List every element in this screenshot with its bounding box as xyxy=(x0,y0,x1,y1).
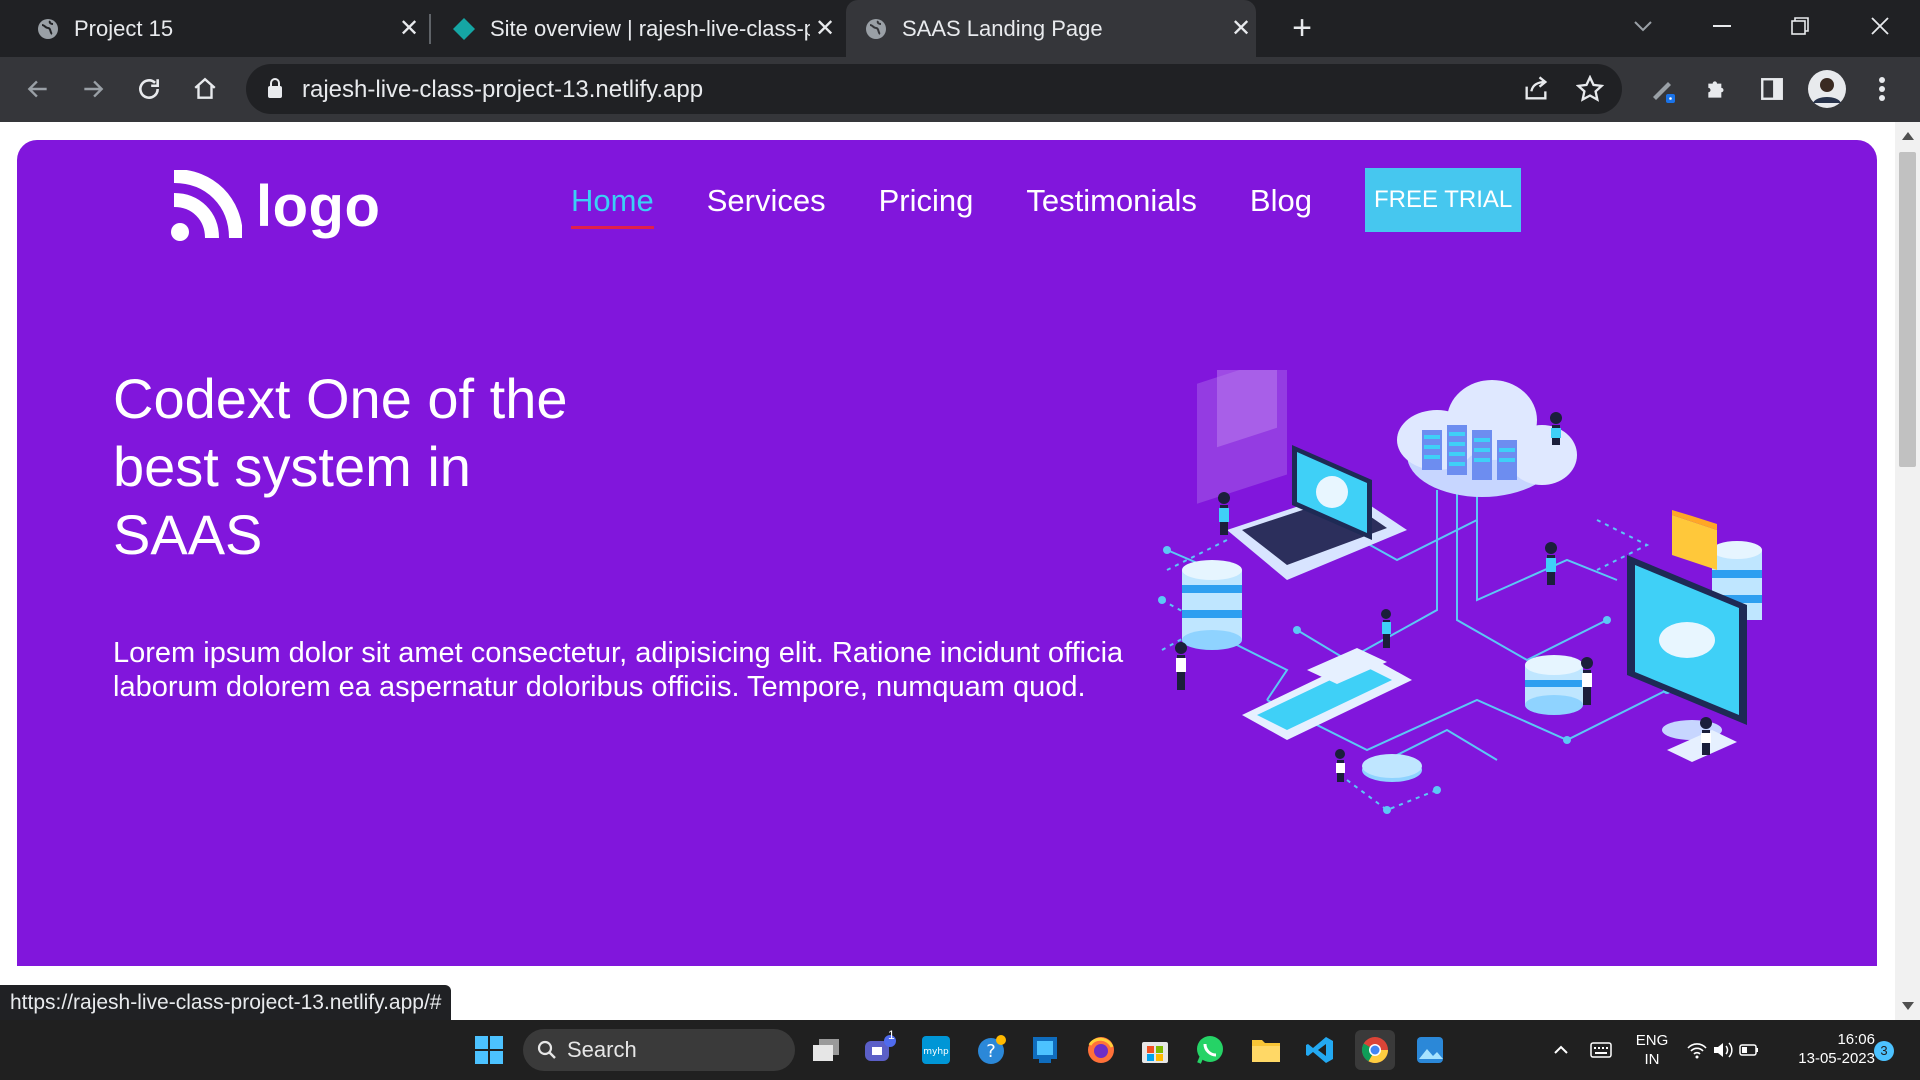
side-panel-icon[interactable] xyxy=(1750,67,1794,111)
language-code: ENG xyxy=(1635,1032,1669,1049)
tab-saas-landing-page[interactable]: SAAS Landing Page ✕ xyxy=(846,0,1256,57)
svg-text:?: ? xyxy=(986,1041,996,1062)
show-hidden-icons-chevron[interactable] xyxy=(1541,1030,1581,1070)
hero-section: logo Home Services Pricing Testimonials … xyxy=(17,140,1877,966)
close-window-button[interactable] xyxy=(1850,0,1910,52)
windows-taskbar: Search 1 myhp ? ENG IN 16:06 13-05-2023 … xyxy=(0,1020,1920,1080)
tab-title: Project 15 xyxy=(74,15,174,41)
task-view-icon[interactable] xyxy=(806,1030,846,1070)
home-icon[interactable] xyxy=(183,67,227,111)
cloud-network-illustration xyxy=(1158,370,1762,814)
clock-time: 16:06 xyxy=(1837,1031,1875,1048)
url-text: rajesh-live-class-project-13.netlify.app xyxy=(302,76,704,103)
nav-home[interactable]: Home xyxy=(571,183,654,229)
file-explorer-icon[interactable] xyxy=(1246,1030,1286,1070)
back-icon[interactable] xyxy=(16,67,60,111)
extensions-puzzle-icon[interactable] xyxy=(1695,67,1739,111)
myhp-icon[interactable]: myhp xyxy=(916,1030,956,1070)
keyboard-icon[interactable] xyxy=(1581,1030,1621,1070)
browser-toolbar: rajesh-live-class-project-13.netlify.app xyxy=(0,57,1920,122)
taskbar-search[interactable]: Search xyxy=(523,1029,795,1071)
link-hover-status: https://rajesh-live-class-project-13.net… xyxy=(0,985,452,1020)
address-bar[interactable]: rajesh-live-class-project-13.netlify.app xyxy=(246,64,1622,114)
nav-blog[interactable]: Blog xyxy=(1250,183,1312,225)
page-viewport: logo Home Services Pricing Testimonials … xyxy=(0,122,1895,1020)
tab-site-overview[interactable]: Site overview | rajesh-live-class-p ✕ xyxy=(440,0,840,57)
firefox-icon[interactable] xyxy=(1081,1030,1121,1070)
teams-badge: 1 xyxy=(888,1028,895,1042)
reload-icon[interactable] xyxy=(127,67,171,111)
tab-separator xyxy=(429,14,431,44)
whatsapp-icon[interactable] xyxy=(1190,1030,1230,1070)
main-nav: Home Services Pricing Testimonials Blog … xyxy=(571,168,1522,232)
svg-text:myhp: myhp xyxy=(923,1047,949,1057)
scroll-down-arrow-icon[interactable] xyxy=(1902,1002,1914,1010)
logo-text: logo xyxy=(256,173,381,239)
photos-app-icon[interactable] xyxy=(1410,1030,1450,1070)
extension-pen-icon[interactable] xyxy=(1641,67,1685,111)
clock-date: 13-05-2023 xyxy=(1798,1050,1875,1067)
site-logo[interactable]: logo xyxy=(170,170,380,242)
lock-icon[interactable] xyxy=(266,77,284,104)
clock[interactable]: 16:06 13-05-2023 xyxy=(1775,1030,1875,1068)
nav-pricing[interactable]: Pricing xyxy=(879,183,974,225)
tab-search-icon[interactable] xyxy=(1613,0,1673,52)
nav-testimonials[interactable]: Testimonials xyxy=(1026,183,1197,225)
forward-icon[interactable] xyxy=(71,67,115,111)
browser-tab-strip: Project 15 ✕ Site overview | rajesh-live… xyxy=(0,0,1920,57)
scrollbar-thumb[interactable] xyxy=(1899,152,1916,467)
globe-icon xyxy=(36,17,60,41)
get-help-icon[interactable]: ? xyxy=(972,1030,1012,1070)
scroll-up-arrow-icon[interactable] xyxy=(1902,132,1914,140)
tab-project-15[interactable]: Project 15 ✕ xyxy=(24,0,424,57)
tab-title: SAAS Landing Page xyxy=(902,15,1103,41)
search-label: Search xyxy=(567,1037,637,1062)
notification-badge[interactable]: 3 xyxy=(1874,1041,1894,1061)
close-icon[interactable]: ✕ xyxy=(394,14,424,44)
close-icon[interactable]: ✕ xyxy=(1226,14,1256,44)
profile-avatar[interactable] xyxy=(1805,67,1849,111)
system-status-icons[interactable] xyxy=(1683,1030,1763,1070)
hero-description: Lorem ipsum dolor sit amet consectetur, … xyxy=(113,637,1124,703)
teams-chat-icon[interactable]: 1 xyxy=(860,1028,900,1070)
rss-logo-icon xyxy=(171,170,242,241)
chrome-icon[interactable] xyxy=(1355,1030,1395,1070)
close-icon[interactable]: ✕ xyxy=(810,14,840,44)
region-code: IN xyxy=(1644,1051,1660,1068)
hero-headline: Codext One of the best system in SAAS xyxy=(113,367,568,566)
menu-kebab-icon[interactable] xyxy=(1860,67,1904,111)
vscode-icon[interactable] xyxy=(1300,1030,1340,1070)
nav-services[interactable]: Services xyxy=(707,183,826,225)
microsoft-store-icon[interactable] xyxy=(1135,1030,1175,1070)
minimize-button[interactable] xyxy=(1692,0,1752,52)
new-tab-button[interactable]: + xyxy=(1282,8,1322,48)
windows-start-icon[interactable] xyxy=(469,1030,509,1070)
tab-title: Site overview | rajesh-live-class-p xyxy=(490,15,810,41)
bookmark-star-icon[interactable] xyxy=(1575,74,1605,108)
restore-button[interactable] xyxy=(1770,0,1830,52)
language-indicator[interactable]: ENG IN xyxy=(1630,1031,1674,1069)
app-blue-icon[interactable] xyxy=(1025,1030,1065,1070)
globe-icon xyxy=(864,17,888,41)
free-trial-button[interactable]: FREE TRIAL xyxy=(1364,168,1522,232)
page-scrollbar[interactable] xyxy=(1895,122,1920,1020)
share-icon[interactable] xyxy=(1522,75,1550,108)
netlify-icon xyxy=(452,17,476,41)
search-icon xyxy=(537,1040,557,1060)
